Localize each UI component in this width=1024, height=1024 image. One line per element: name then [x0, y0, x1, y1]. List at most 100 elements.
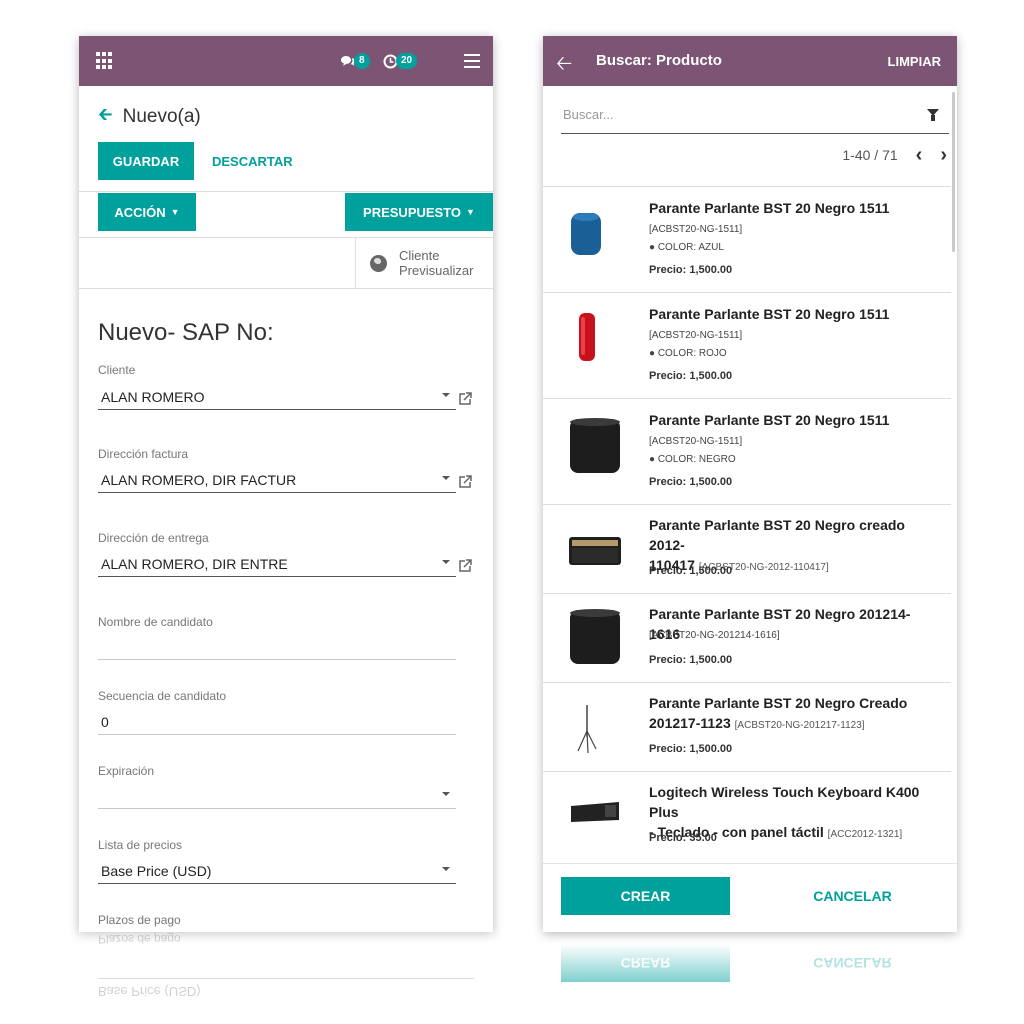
- product-thumbnail: [571, 802, 619, 822]
- quotation-dropdown-button[interactable]: PRESUPUESTO ▼: [345, 193, 493, 231]
- scrollbar-thumb[interactable]: [952, 92, 955, 252]
- invoice-address-field[interactable]: ALAN ROMERO, DIR FACTUR: [98, 467, 456, 493]
- external-link-icon[interactable]: [457, 474, 473, 490]
- clear-button[interactable]: LIMPIAR: [888, 54, 941, 69]
- preview-line-1: Cliente: [399, 248, 440, 263]
- create-button[interactable]: CREAR: [561, 877, 730, 915]
- product-name-line1: Parante Parlante BST 20 Negro Creado: [649, 695, 908, 711]
- list-item[interactable]: Parante Parlante BST 20 Negro 1511 [ACBS…: [543, 186, 951, 292]
- list-item[interactable]: Parante Parlante BST 20 Negro creado 201…: [543, 504, 951, 593]
- action-label: ACCIÓN: [114, 204, 166, 220]
- reflected-label: Plazos de pago: [79, 932, 493, 946]
- product-name: Parante Parlante BST 20 Negro Creado 2012…: [649, 693, 941, 736]
- save-button[interactable]: GUARDAR: [98, 142, 194, 180]
- discard-button[interactable]: DESCARTAR: [212, 142, 293, 180]
- product-thumbnail: [571, 213, 601, 255]
- cancel-button[interactable]: CANCELAR: [768, 877, 937, 915]
- apps-menu-icon[interactable]: [96, 52, 114, 70]
- product-attribute: ● COLOR: ROJO: [649, 348, 727, 359]
- product-reference: [ACBST20-NG-1511]: [649, 330, 743, 341]
- product-thumbnail: [569, 537, 621, 565]
- previous-page-icon[interactable]: ‹: [916, 145, 923, 165]
- product-price: Precio: 1,500.00: [649, 743, 733, 755]
- invoice-address-value: ALAN ROMERO, DIR FACTUR: [101, 471, 297, 488]
- search-header: 🡠 Buscar: Producto LIMPIAR: [543, 36, 957, 86]
- product-thumbnail: [577, 705, 597, 754]
- product-attribute: ● COLOR: NEGRO: [649, 454, 736, 465]
- next-page-icon[interactable]: ›: [940, 145, 947, 165]
- globe-icon: [370, 254, 387, 272]
- customer-field[interactable]: ALAN ROMERO: [98, 384, 456, 410]
- dropdown-caret-icon: [442, 560, 450, 564]
- dropdown-caret-icon: [442, 792, 450, 796]
- expiration-date-input[interactable]: [98, 783, 456, 809]
- candidate-sequence-value: 0: [101, 713, 109, 730]
- candidate-name-input[interactable]: [98, 634, 456, 660]
- quotation-label: PRESUPUESTO: [363, 204, 462, 220]
- search-placeholder: Buscar...: [563, 107, 614, 122]
- customer-preview-button[interactable]: Cliente Previsualizar: [355, 238, 493, 288]
- product-reference: [ACBST20-NG-201217-1123]: [734, 720, 865, 731]
- product-name-line1: Logitech Wireless Touch Keyboard K400 Pl…: [649, 784, 920, 820]
- back-arrow-icon[interactable]: 🡠: [556, 49, 572, 83]
- external-link-icon[interactable]: [457, 558, 473, 574]
- product-attribute: ● COLOR: AZUL: [649, 242, 724, 253]
- search-title: Buscar: Producto: [596, 52, 722, 69]
- customer-value: ALAN ROMERO: [101, 388, 205, 405]
- reflected-payment-terms: Plazos de pago: [98, 932, 181, 946]
- expiration-label: Expiración: [98, 764, 155, 778]
- back-arrow-icon[interactable]: 🡰: [98, 102, 113, 132]
- reflected-create-button: CREAR: [561, 944, 730, 982]
- product-price: Precio: 1,500.00: [649, 370, 733, 382]
- activities-count-badge: 20: [396, 53, 418, 69]
- reflected-pricelist-value: Base Price (USD): [98, 984, 201, 999]
- modal-footer: CREAR CANCELAR: [543, 863, 957, 932]
- breadcrumb[interactable]: 🡰 Nuevo(a): [98, 102, 201, 132]
- hamburger-menu-icon[interactable]: [464, 54, 480, 68]
- caret-down-icon: ▼: [170, 207, 180, 217]
- product-price: Precio: 35.00: [649, 832, 717, 844]
- product-price: Precio: 1,500.00: [649, 264, 733, 276]
- dropdown-caret-icon: [442, 867, 450, 871]
- reflected-pricelist: Base Price (USD): [79, 984, 493, 999]
- delivery-address-label: Dirección de entrega: [98, 531, 209, 545]
- candidate-name-label: Nombre de candidato: [98, 615, 213, 629]
- product-name-line2: 201217-1123: [649, 715, 731, 731]
- delivery-address-value: ALAN ROMERO, DIR ENTRE: [101, 555, 288, 572]
- messages-button[interactable]: 8: [340, 48, 370, 74]
- product-name: Parante Parlante BST 20 Negro 1511: [649, 306, 890, 322]
- product-name-line1: Parante Parlante BST 20 Negro creado 201…: [649, 517, 905, 553]
- messages-count-badge: 8: [354, 53, 370, 69]
- product-thumbnail: [570, 418, 620, 473]
- list-item[interactable]: Parante Parlante BST 20 Negro 1511 [ACBS…: [543, 292, 951, 398]
- action-dropdown-button[interactable]: ACCIÓN ▼: [98, 193, 196, 231]
- filter-icon[interactable]: [927, 109, 939, 121]
- product-reference: [ACBST20-NG-201214-1616]: [649, 630, 780, 641]
- breadcrumb-current: Nuevo(a): [122, 106, 201, 127]
- product-name: Parante Parlante BST 20 Negro 1511: [649, 412, 890, 428]
- divider: [79, 288, 493, 289]
- top-navbar: 8 20: [79, 36, 493, 86]
- delivery-address-field[interactable]: ALAN ROMERO, DIR ENTRE: [98, 551, 456, 577]
- pricelist-select[interactable]: Base Price (USD): [98, 858, 456, 884]
- list-item[interactable]: Logitech Wireless Touch Keyboard K400 Pl…: [543, 771, 951, 863]
- search-input[interactable]: Buscar...: [561, 96, 949, 134]
- activities-button[interactable]: 20: [383, 48, 418, 74]
- dropdown-caret-icon: [442, 476, 450, 480]
- external-link-icon[interactable]: [457, 391, 473, 407]
- form-title: Nuevo- SAP No:: [98, 319, 274, 346]
- product-price: Precio: 1,500.00: [649, 654, 733, 666]
- product-price: Precio: 1,500.00: [649, 476, 733, 488]
- list-item[interactable]: Parante Parlante BST 20 Negro 201214-161…: [543, 593, 951, 682]
- pricelist-label: Lista de precios: [98, 838, 183, 852]
- candidate-sequence-input[interactable]: 0: [98, 709, 456, 735]
- product-thumbnail: [579, 313, 595, 361]
- caret-down-icon: ▼: [466, 207, 475, 217]
- list-item[interactable]: Parante Parlante BST 20 Negro Creado 2012…: [543, 682, 951, 771]
- product-thumbnail: [570, 609, 620, 664]
- list-item[interactable]: Parante Parlante BST 20 Negro 1511 [ACBS…: [543, 398, 951, 504]
- reflected-divider: [98, 978, 474, 979]
- product-reference: [ACBST20-NG-1511]: [649, 436, 743, 447]
- reflected-cancel-button: CANCELAR: [813, 955, 892, 971]
- customer-label: Cliente: [98, 363, 136, 377]
